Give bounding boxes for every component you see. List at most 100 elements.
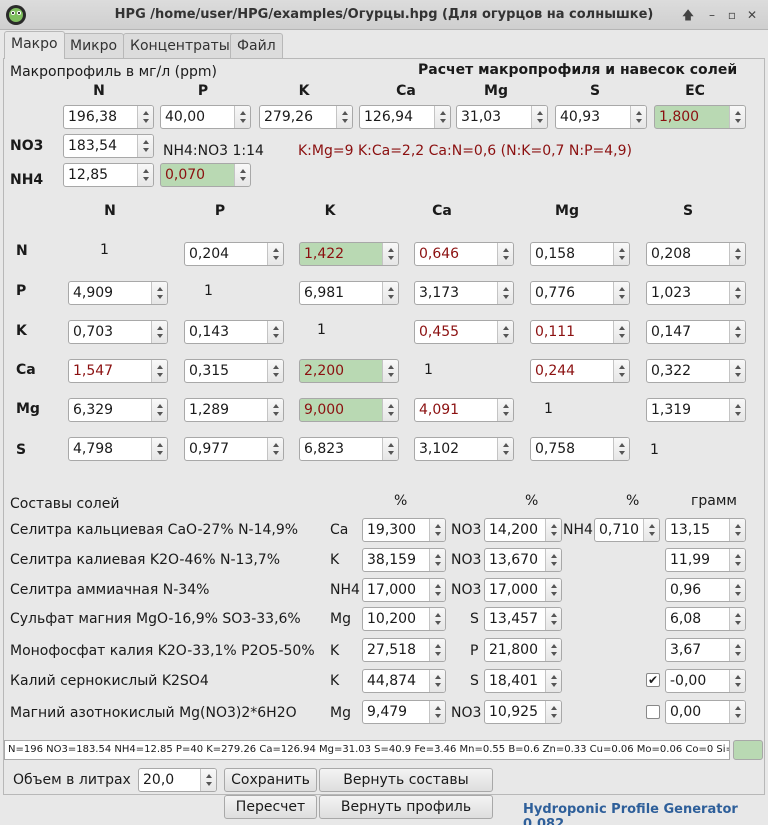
maximize-icon[interactable]: ▫ (724, 7, 740, 23)
matrix-spinbox[interactable]: 0,315 (184, 359, 284, 383)
n-spinbox[interactable]: 196,38 (63, 105, 154, 129)
spin-arrows-icon[interactable] (267, 243, 283, 265)
spin-arrows-icon[interactable] (545, 670, 561, 692)
spin-arrows-icon[interactable] (497, 399, 513, 421)
spin-arrows-icon[interactable] (151, 360, 167, 382)
spin-arrows-icon[interactable] (729, 243, 745, 265)
salt-pct-spinbox[interactable]: 44,874 (362, 669, 446, 693)
spin-arrows-icon[interactable] (151, 321, 167, 343)
matrix-spinbox[interactable]: 0,322 (646, 359, 746, 383)
spin-arrows-icon[interactable] (729, 579, 745, 601)
matrix-spinbox[interactable]: 0,703 (68, 320, 168, 344)
spin-arrows-icon[interactable] (545, 608, 561, 630)
spin-arrows-icon[interactable] (429, 701, 445, 723)
spin-arrows-icon[interactable] (729, 670, 745, 692)
spin-arrows-icon[interactable] (545, 519, 561, 541)
no3-spinbox[interactable]: 183,54 (63, 134, 154, 158)
p-spinbox[interactable]: 40,00 (160, 105, 251, 129)
enable-checkbox[interactable] (646, 705, 660, 719)
salt-gram-spinbox[interactable]: 13,15 (665, 518, 746, 542)
spin-arrows-icon[interactable] (729, 282, 745, 304)
nh4-ratio-spinbox[interactable]: 0,070 (160, 163, 251, 187)
tab-micro[interactable]: Микро (63, 33, 125, 59)
mg-spinbox[interactable]: 31,03 (456, 105, 548, 129)
tab-macro[interactable]: Макро (4, 31, 65, 59)
matrix-spinbox[interactable]: 0,646 (414, 242, 514, 266)
salt-pct-spinbox[interactable]: 21,800 (484, 638, 562, 662)
spin-arrows-icon[interactable] (545, 549, 561, 571)
spin-arrows-icon[interactable] (137, 106, 153, 128)
spin-arrows-icon[interactable] (630, 106, 646, 128)
matrix-spinbox[interactable]: 0,143 (184, 320, 284, 344)
spin-arrows-icon[interactable] (429, 549, 445, 571)
spin-arrows-icon[interactable] (729, 321, 745, 343)
spin-arrows-icon[interactable] (429, 670, 445, 692)
spin-arrows-icon[interactable] (729, 519, 745, 541)
status-indicator-button[interactable] (733, 740, 763, 760)
salt-pct-spinbox[interactable]: 17,000 (484, 578, 562, 602)
spin-arrows-icon[interactable] (151, 438, 167, 460)
matrix-spinbox[interactable]: 6,823 (299, 437, 399, 461)
spin-arrows-icon[interactable] (434, 106, 450, 128)
enable-checkbox[interactable]: ✔ (646, 673, 660, 687)
spin-arrows-icon[interactable] (382, 282, 398, 304)
matrix-spinbox[interactable]: 4,091 (414, 398, 514, 422)
spin-arrows-icon[interactable] (545, 639, 561, 661)
matrix-spinbox[interactable]: 6,981 (299, 281, 399, 305)
salt-pct-spinbox[interactable]: 17,000 (362, 578, 446, 602)
matrix-spinbox[interactable]: 4,909 (68, 281, 168, 305)
spin-arrows-icon[interactable] (729, 399, 745, 421)
spin-arrows-icon[interactable] (497, 321, 513, 343)
tab-file[interactable]: Файл (230, 33, 283, 59)
spin-arrows-icon[interactable] (643, 519, 659, 541)
matrix-spinbox[interactable]: 0,455 (414, 320, 514, 344)
spin-arrows-icon[interactable] (267, 399, 283, 421)
matrix-spinbox[interactable]: 0,208 (646, 242, 746, 266)
spin-arrows-icon[interactable] (137, 164, 153, 186)
salt-gram-spinbox[interactable]: 0,96 (665, 578, 746, 602)
matrix-spinbox[interactable]: 4,798 (68, 437, 168, 461)
matrix-spinbox[interactable]: 1,422 (299, 242, 399, 266)
matrix-spinbox[interactable]: 0,244 (530, 359, 630, 383)
spin-arrows-icon[interactable] (382, 360, 398, 382)
spin-arrows-icon[interactable] (729, 106, 745, 128)
spin-arrows-icon[interactable] (613, 438, 629, 460)
spin-arrows-icon[interactable] (429, 639, 445, 661)
matrix-spinbox[interactable]: 1,023 (646, 281, 746, 305)
matrix-spinbox[interactable]: 1,547 (68, 359, 168, 383)
spin-arrows-icon[interactable] (200, 769, 216, 791)
spin-arrows-icon[interactable] (382, 243, 398, 265)
spin-arrows-icon[interactable] (336, 106, 352, 128)
salt-pct-spinbox[interactable]: 14,200 (484, 518, 562, 542)
spin-arrows-icon[interactable] (429, 519, 445, 541)
spin-arrows-icon[interactable] (613, 321, 629, 343)
close-icon[interactable]: ✕ (744, 7, 760, 23)
salt-gram-spinbox[interactable]: 11,99 (665, 548, 746, 572)
matrix-spinbox[interactable]: 6,329 (68, 398, 168, 422)
spin-arrows-icon[interactable] (234, 164, 250, 186)
salt-pct-spinbox[interactable]: 10,925 (484, 700, 562, 724)
spin-arrows-icon[interactable] (729, 608, 745, 630)
matrix-spinbox[interactable]: 3,102 (414, 437, 514, 461)
matrix-spinbox[interactable]: 0,158 (530, 242, 630, 266)
spin-arrows-icon[interactable] (137, 135, 153, 157)
spin-arrows-icon[interactable] (531, 106, 547, 128)
spin-arrows-icon[interactable] (267, 360, 283, 382)
volume-spinbox[interactable]: 20,0 (138, 768, 217, 792)
spin-arrows-icon[interactable] (613, 282, 629, 304)
spin-arrows-icon[interactable] (429, 608, 445, 630)
salt-gram-spinbox[interactable]: 3,67 (665, 638, 746, 662)
spin-arrows-icon[interactable] (429, 579, 445, 601)
spin-arrows-icon[interactable] (382, 438, 398, 460)
salt-gram-spinbox[interactable]: 6,08 (665, 607, 746, 631)
profile-status-field[interactable]: N=196 NO3=183.54 NH4=12.85 P=40 K=279.26… (4, 740, 730, 760)
recalc-button[interactable]: Пересчет (224, 795, 317, 819)
tab-concentrates[interactable]: Концентраты (123, 33, 237, 59)
salt-pct-spinbox[interactable]: 27,518 (362, 638, 446, 662)
spin-arrows-icon[interactable] (545, 579, 561, 601)
matrix-spinbox[interactable]: 0,204 (184, 242, 284, 266)
salt-pct-spinbox[interactable]: 18,401 (484, 669, 562, 693)
spin-arrows-icon[interactable] (267, 438, 283, 460)
ca-spinbox[interactable]: 126,94 (359, 105, 451, 129)
spin-arrows-icon[interactable] (729, 639, 745, 661)
